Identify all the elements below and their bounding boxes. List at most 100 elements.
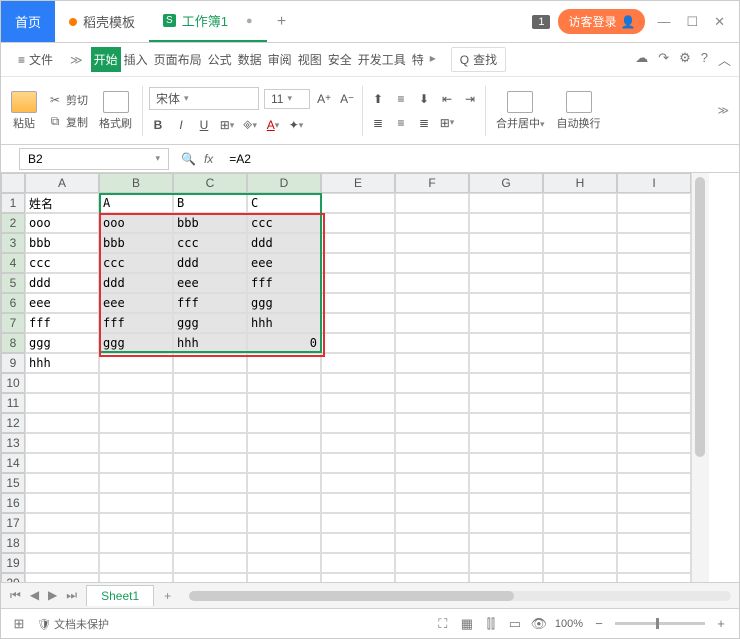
column-header[interactable]: E xyxy=(321,173,395,193)
row-header[interactable]: 10 xyxy=(1,373,25,393)
formula-input[interactable]: =A2 xyxy=(223,149,739,169)
cell[interactable] xyxy=(395,273,469,293)
cell[interactable]: A xyxy=(99,193,173,213)
cell[interactable] xyxy=(617,273,691,293)
row-header[interactable]: 12 xyxy=(1,413,25,433)
cell[interactable] xyxy=(247,493,321,513)
font-select[interactable]: 宋体▾ xyxy=(149,87,259,110)
cell[interactable] xyxy=(321,313,395,333)
cell[interactable] xyxy=(469,573,543,582)
cell[interactable] xyxy=(395,333,469,353)
cell[interactable] xyxy=(321,513,395,533)
align-right-button[interactable]: ≣ xyxy=(415,114,433,132)
cell[interactable] xyxy=(173,353,247,373)
cell[interactable] xyxy=(247,473,321,493)
cell[interactable] xyxy=(469,193,543,213)
view-normal-icon[interactable]: ⊞ xyxy=(11,616,27,632)
cell[interactable]: hhh xyxy=(173,333,247,353)
select-all-corner[interactable] xyxy=(1,173,25,193)
cell[interactable] xyxy=(25,533,99,553)
cell[interactable]: 姓名 xyxy=(25,193,99,213)
cell[interactable] xyxy=(395,433,469,453)
notification-badge[interactable]: 1 xyxy=(532,15,550,29)
cell[interactable] xyxy=(99,533,173,553)
cell[interactable] xyxy=(321,433,395,453)
italic-button[interactable]: I xyxy=(172,116,190,134)
column-header[interactable]: D xyxy=(247,173,321,193)
help-icon[interactable]: ? xyxy=(701,50,708,69)
add-sheet-button[interactable]: + xyxy=(154,589,181,603)
lookup-icon[interactable]: 🔍 xyxy=(181,152,196,166)
cell[interactable]: fff xyxy=(99,313,173,333)
cell[interactable]: fff xyxy=(173,293,247,313)
cell[interactable] xyxy=(99,573,173,582)
cell[interactable] xyxy=(617,373,691,393)
row-header[interactable]: 15 xyxy=(1,473,25,493)
eye-icon[interactable]: 👁 xyxy=(531,616,547,632)
cell[interactable] xyxy=(173,373,247,393)
border-button[interactable]: ⊞▾ xyxy=(218,116,236,134)
row-header[interactable]: 11 xyxy=(1,393,25,413)
next-sheet-button[interactable]: ▶ xyxy=(45,588,60,603)
cell[interactable] xyxy=(395,413,469,433)
row-header[interactable]: 16 xyxy=(1,493,25,513)
cell[interactable] xyxy=(321,473,395,493)
minimize-button[interactable]: — xyxy=(653,14,674,29)
cell[interactable] xyxy=(99,413,173,433)
cell[interactable]: eee xyxy=(25,293,99,313)
row-header[interactable]: 2 xyxy=(1,213,25,233)
cell[interactable] xyxy=(543,473,617,493)
cell[interactable] xyxy=(469,393,543,413)
column-header[interactable]: H xyxy=(543,173,617,193)
align-left-button[interactable]: ≣ xyxy=(369,114,387,132)
cell[interactable] xyxy=(321,393,395,413)
cell[interactable] xyxy=(543,293,617,313)
cell[interactable]: ggg xyxy=(99,333,173,353)
login-button[interactable]: 访客登录👤 xyxy=(558,9,645,34)
cell[interactable] xyxy=(469,553,543,573)
cell[interactable] xyxy=(247,533,321,553)
row-header[interactable]: 18 xyxy=(1,533,25,553)
ribbon-overflow-icon[interactable]: ≫ xyxy=(713,104,733,117)
cell[interactable]: ddd xyxy=(173,253,247,273)
cell[interactable]: ggg xyxy=(247,293,321,313)
cell[interactable] xyxy=(469,413,543,433)
cell[interactable] xyxy=(173,393,247,413)
cell[interactable] xyxy=(99,553,173,573)
row-header[interactable]: 9 xyxy=(1,353,25,373)
cell[interactable] xyxy=(173,553,247,573)
grid-view-icon[interactable]: ▦ xyxy=(459,616,475,632)
bold-button[interactable]: B xyxy=(149,116,167,134)
cell[interactable] xyxy=(469,253,543,273)
zoom-out-button[interactable]: − xyxy=(591,616,607,632)
orientation-button[interactable]: ⊞▾ xyxy=(438,114,456,132)
cell[interactable] xyxy=(25,553,99,573)
cell[interactable] xyxy=(617,253,691,273)
cell[interactable] xyxy=(173,433,247,453)
grid[interactable]: ABCDEFGHI1姓名ABC2oooooobbbccc3bbbbbbcccdd… xyxy=(1,173,691,582)
copy-button[interactable]: ⧉复制 xyxy=(45,112,91,132)
cell[interactable] xyxy=(543,393,617,413)
cell[interactable] xyxy=(617,533,691,553)
column-header[interactable]: I xyxy=(617,173,691,193)
row-header[interactable]: 4 xyxy=(1,253,25,273)
align-center-button[interactable]: ≡ xyxy=(392,114,410,132)
indent-left-button[interactable]: ⇤ xyxy=(438,90,456,108)
cell[interactable] xyxy=(469,233,543,253)
row-header[interactable]: 20 xyxy=(1,573,25,582)
cell[interactable] xyxy=(395,373,469,393)
cell[interactable] xyxy=(395,573,469,582)
zoom-level[interactable]: 100% xyxy=(555,618,583,630)
cell[interactable] xyxy=(469,533,543,553)
cell[interactable] xyxy=(321,233,395,253)
cell[interactable]: eee xyxy=(99,293,173,313)
last-sheet-button[interactable]: ⏭ xyxy=(63,588,80,603)
cell[interactable]: eee xyxy=(173,273,247,293)
cell[interactable] xyxy=(25,433,99,453)
row-header[interactable]: 5 xyxy=(1,273,25,293)
name-box[interactable]: B2▾ xyxy=(19,148,169,170)
row-header[interactable]: 8 xyxy=(1,333,25,353)
cell[interactable] xyxy=(395,253,469,273)
cell[interactable] xyxy=(99,373,173,393)
tab-template[interactable]: 稻壳模板 xyxy=(55,1,149,42)
